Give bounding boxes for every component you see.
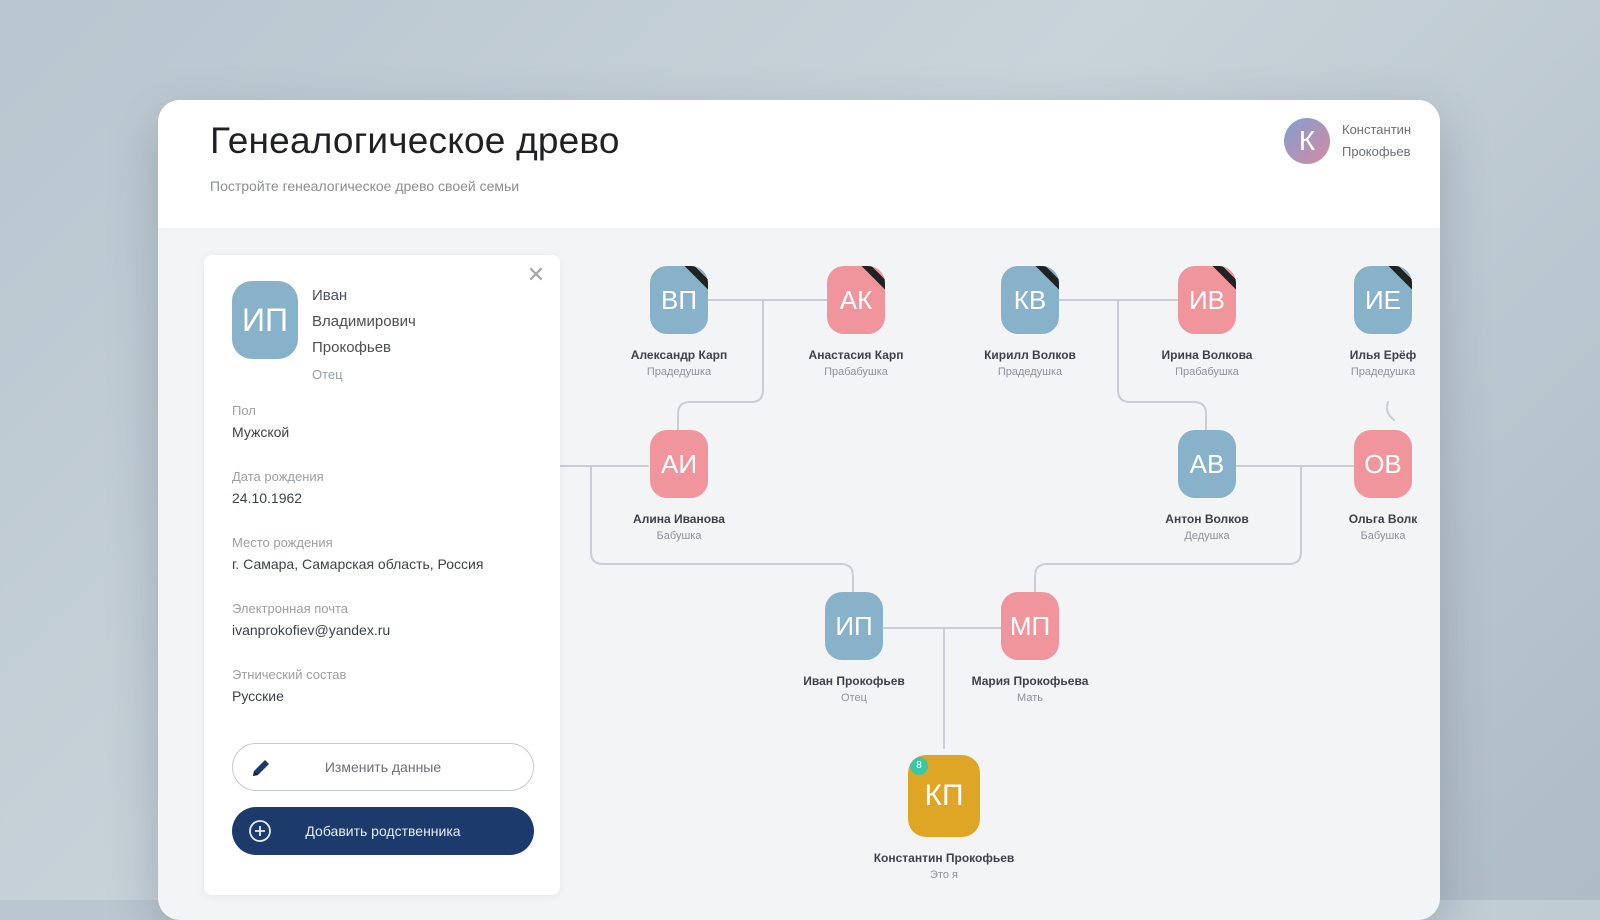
person-name: Ольга Волк [1348,512,1418,526]
person-role: Отец [841,692,867,704]
field-label: Этнический состав [232,667,347,682]
page-title: Генеалогическое древо [210,120,620,161]
field-birth-place: Место рождения г. Самара, Самарская обла… [232,535,532,572]
field-gender: Пол Мужской [232,403,532,440]
person-avatar[interactable]: АК [827,266,885,334]
field-label: Дата рождения [232,469,324,484]
person-avatar[interactable]: ВП [650,266,708,334]
person-full-name: Иван Владимирович Прокофьев [312,283,512,361]
avatar-initials: АВ [1189,448,1225,479]
person-role: Прабабушка [824,366,888,378]
app-window: ВП Александр Карп Прадедушка АК Анастаси… [158,100,1440,920]
page-subtitle: Постройте генеалогическое древо своей се… [210,178,520,194]
tree-node[interactable]: МП Мария Прокофьева Мать [945,592,1115,704]
field-value: ivanprokofiev@yandex.ru [232,622,391,638]
field-value: Мужской [232,424,290,440]
person-avatar[interactable]: МП [1001,592,1059,660]
user-profile[interactable]: К Константин Прокофьев [1284,118,1428,164]
page-header: Генеалогическое древо Постройте генеалог… [158,100,1440,228]
avatar-initials: ВП [660,284,698,315]
person-name: Ирина Волкова [1161,348,1253,362]
tree-node[interactable]: ИП Иван Прокофьев Отец [769,592,939,704]
tree-node[interactable]: АВ Антон Волков Дедушка [1122,430,1292,542]
person-avatar: ИП [232,281,298,359]
person-avatar[interactable]: АВ [1178,430,1236,498]
person-avatar[interactable]: ИЕ [1354,266,1412,334]
user-avatar[interactable]: К [1284,118,1330,164]
field-label: Место рождения [232,535,333,550]
edit-button-label: Изменить данные [324,759,442,775]
field-value: г. Самара, Самарская область, Россия [232,556,484,572]
person-avatar[interactable]: АИ [650,430,708,498]
person-role: Это я [930,869,958,881]
person-role: Бабушка [656,530,702,542]
field-ethnicity: Этнический состав Русские [232,667,532,704]
patronymic: Владимирович [312,313,416,330]
person-avatar[interactable]: КП 8 [908,755,980,837]
close-icon[interactable]: ✕ [526,264,546,286]
avatar-initials: КВ [1013,284,1047,315]
person-name: Антон Волков [1165,512,1249,526]
plus-circle-icon [249,820,271,842]
pencil-icon [253,760,269,776]
person-avatar[interactable]: КВ [1001,266,1059,334]
person-name: Мария Прокофьева [971,674,1089,688]
tree-node[interactable]: ОВ Ольга Волк Бабушка [1298,430,1440,542]
person-name: Иван Прокофьев [803,674,905,688]
person-role: Прадедушка [1350,366,1416,378]
person-details-panel: ✕ ИП Иван Владимирович Прокофьев Отец По… [204,255,560,895]
user-name: Константин Прокофьев [1342,119,1428,163]
first-name: Иван [312,287,348,304]
person-avatar[interactable]: ИВ [1178,266,1236,334]
tree-node[interactable]: АК Анастасия Карп Прабабушка [771,266,941,378]
field-email: Электронная почта ivanprokofiev@yandex.r… [232,601,532,638]
edit-data-button[interactable]: Изменить данные [232,743,534,791]
person-name: Константин Прокофьев [873,851,1015,865]
field-value: Русские [232,688,284,704]
person-name: Алина Иванова [633,512,725,526]
notification-badge: 8 [910,757,928,775]
avatar-initials: МП [1009,610,1051,641]
avatar-initials: АК [839,284,873,315]
person-role: Прадедушка [997,366,1063,378]
add-relative-button[interactable]: Добавить родственника [232,807,534,855]
avatar-initials: ИВ [1188,284,1226,315]
field-value: 24.10.1962 [232,490,303,506]
tree-node[interactable]: ИВ Ирина Волкова Прабабушка [1122,266,1292,378]
field-birth-date: Дата рождения 24.10.1962 [232,469,532,506]
avatar-initials: ИП [835,610,873,641]
person-role: Мать [1017,692,1043,704]
person-role: Прадедушка [646,366,712,378]
tree-node[interactable]: ИЕ Илья Ерёф Прадедушка [1298,266,1440,378]
person-role: Дедушка [1184,530,1230,542]
add-button-label: Добавить родственника [305,823,461,839]
person-name: Александр Карп [630,348,728,362]
person-avatar[interactable]: ИП [825,592,883,660]
person-role: Прабабушка [1175,366,1239,378]
field-label: Электронная почта [232,601,349,616]
person-role: Бабушка [1360,530,1406,542]
user-first-name: Константин [1342,122,1412,137]
user-last-name: Прокофьев [1342,144,1411,159]
person-name: Анастасия Карп [808,348,904,362]
person-role: Отец [312,367,343,382]
person-name: Илья Ерёф [1349,348,1417,362]
tree-node[interactable]: ВП Александр Карп Прадедушка [594,266,764,378]
tree-node[interactable]: АИ Алина Иванова Бабушка [594,430,764,542]
avatar-initials: ИЕ [1364,284,1402,315]
avatar-initials: КП [924,779,964,812]
field-label: Пол [232,403,256,418]
tree-node[interactable]: КВ Кирилл Волков Прадедушка [945,266,1115,378]
avatar-initials: АИ [660,448,698,479]
tree-node-self[interactable]: КП 8 Константин Прокофьев Это я [859,755,1029,881]
avatar-initials: ОВ [1364,448,1402,479]
last-name: Прокофьев [312,339,392,356]
person-name: Кирилл Волков [984,348,1076,362]
person-avatar[interactable]: ОВ [1354,430,1412,498]
